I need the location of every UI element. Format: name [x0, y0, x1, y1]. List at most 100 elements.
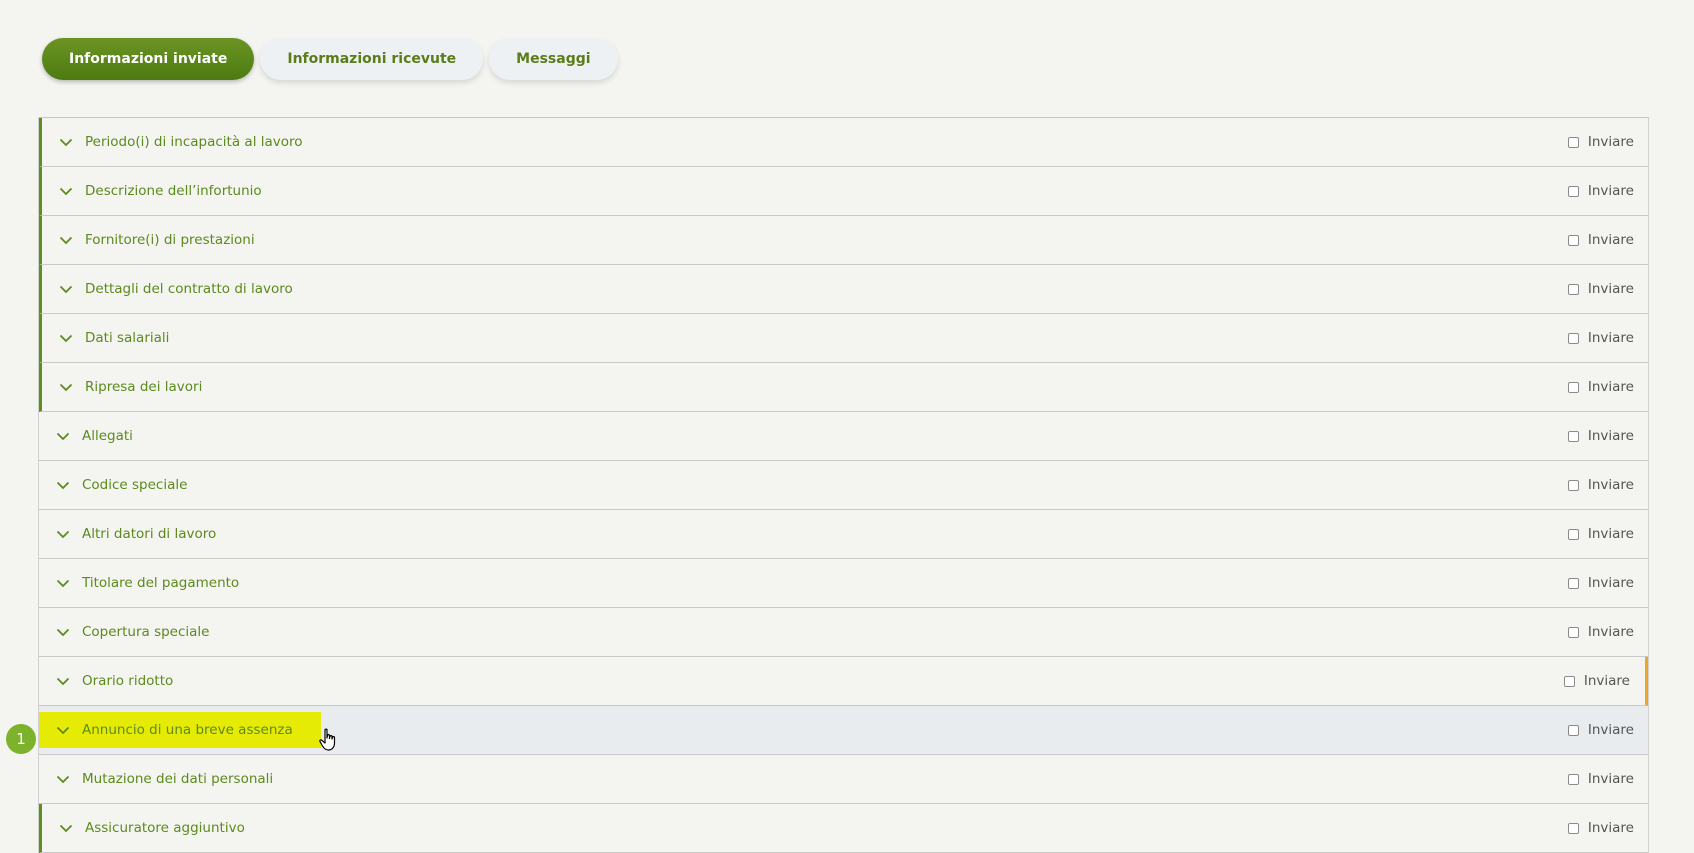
tab-informazioni-inviate[interactable]: Informazioni inviate [42, 38, 255, 80]
chevron-down-icon [56, 774, 70, 784]
send-label: Inviare [1587, 526, 1634, 542]
send-option: Inviare [1567, 526, 1634, 542]
send-checkbox[interactable] [1567, 234, 1579, 246]
send-option: Inviare [1563, 673, 1630, 689]
send-checkbox[interactable] [1567, 773, 1579, 785]
accordion-header[interactable]: Mutazione dei dati personali [39, 761, 301, 797]
send-option: Inviare [1567, 771, 1634, 787]
accordion-header[interactable]: Copertura speciale [39, 614, 238, 650]
accordion-label: Ripresa dei lavori [85, 379, 203, 395]
send-option: Inviare [1567, 820, 1634, 836]
chevron-down-icon [56, 725, 70, 735]
accordion-row-altri-datori: Altri datori di lavoro Inviare [39, 510, 1648, 559]
accordion-header[interactable]: Dati salariali [42, 320, 197, 356]
send-label: Inviare [1587, 379, 1634, 395]
send-checkbox[interactable] [1567, 430, 1579, 442]
tab-messaggi[interactable]: Messaggi [489, 38, 618, 80]
tab-informazioni-ricevute[interactable]: Informazioni ricevute [260, 38, 484, 80]
accordion-header[interactable]: Ripresa dei lavori [42, 369, 230, 405]
chevron-down-icon [56, 676, 70, 686]
accordion-label: Copertura speciale [82, 624, 210, 640]
send-option: Inviare [1567, 624, 1634, 640]
send-checkbox[interactable] [1567, 136, 1579, 148]
chevron-down-icon [56, 529, 70, 539]
accordion-row-allegati: Allegati Inviare [39, 412, 1648, 461]
accordion-header[interactable]: Altri datori di lavoro [39, 516, 244, 552]
send-label: Inviare [1587, 134, 1634, 150]
send-checkbox[interactable] [1567, 528, 1579, 540]
accordion-label: Altri datori di lavoro [82, 526, 217, 542]
accordion-row-fornitori-prestazioni: Fornitore(i) di prestazioni Inviare [39, 216, 1648, 265]
send-option: Inviare [1567, 575, 1634, 591]
send-label: Inviare [1587, 477, 1634, 493]
accordion-row-dati-salariali: Dati salariali Inviare [39, 314, 1648, 363]
send-label: Inviare [1587, 820, 1634, 836]
chevron-down-icon [59, 823, 73, 833]
chevron-down-icon [59, 382, 73, 392]
send-option: Inviare [1567, 281, 1634, 297]
accordion-row-dettagli-contratto: Dettagli del contratto di lavoro Inviare [39, 265, 1648, 314]
accordion-label: Periodo(i) di incapacità al lavoro [85, 134, 303, 150]
send-checkbox[interactable] [1567, 381, 1579, 393]
chevron-down-icon [56, 480, 70, 490]
accordion-label: Orario ridotto [82, 673, 174, 689]
accordion-label: Fornitore(i) di prestazioni [85, 232, 255, 248]
send-checkbox[interactable] [1567, 626, 1579, 638]
accordion-row-periodo-incapacita: Periodo(i) di incapacità al lavoro Invia… [39, 118, 1648, 167]
accordion-header[interactable]: Assicuratore aggiuntivo [42, 810, 273, 846]
accordion-label: Mutazione dei dati personali [82, 771, 274, 787]
accordion-header[interactable]: Dettagli del contratto di lavoro [42, 271, 321, 307]
send-option: Inviare [1567, 477, 1634, 493]
send-label: Inviare [1587, 771, 1634, 787]
accordion-row-descrizione-infortunio: Descrizione dell’infortunio Inviare [39, 167, 1648, 216]
send-label: Inviare [1587, 624, 1634, 640]
accordion-header[interactable]: Annuncio di una breve assenza [39, 712, 321, 748]
send-label: Inviare [1583, 673, 1630, 689]
accordion-label: Annuncio di una breve assenza [82, 722, 293, 738]
send-option: Inviare [1567, 379, 1634, 395]
send-option: Inviare [1567, 428, 1634, 444]
send-option: Inviare [1567, 183, 1634, 199]
chevron-down-icon [56, 578, 70, 588]
send-label: Inviare [1587, 281, 1634, 297]
accordion-header[interactable]: Periodo(i) di incapacità al lavoro [42, 124, 331, 160]
send-label: Inviare [1587, 330, 1634, 346]
accordion-header[interactable]: Fornitore(i) di prestazioni [42, 222, 283, 258]
send-checkbox[interactable] [1567, 724, 1579, 736]
accordion-row-ripresa-lavori: Ripresa dei lavori Inviare [39, 363, 1648, 412]
step-badge: 1 [6, 724, 36, 754]
accordion-row-annuncio-breve-assenza: Annuncio di una breve assenza Inviare [39, 706, 1648, 755]
send-option: Inviare [1567, 722, 1634, 738]
send-checkbox[interactable] [1567, 283, 1579, 295]
send-label: Inviare [1587, 722, 1634, 738]
accordion-label: Dati salariali [85, 330, 170, 346]
accordion-header[interactable]: Codice speciale [39, 467, 215, 503]
accordion-label: Titolare del pagamento [82, 575, 240, 591]
send-label: Inviare [1587, 575, 1634, 591]
send-checkbox[interactable] [1567, 185, 1579, 197]
accordion-label: Descrizione dell’infortunio [85, 183, 262, 199]
chevron-down-icon [59, 284, 73, 294]
chevron-down-icon [59, 235, 73, 245]
accordion-list: Periodo(i) di incapacità al lavoro Invia… [38, 117, 1649, 853]
send-checkbox[interactable] [1567, 332, 1579, 344]
accordion-label: Assicuratore aggiuntivo [85, 820, 245, 836]
tab-bar: Informazioni inviate Informazioni ricevu… [42, 38, 618, 80]
send-option: Inviare [1567, 134, 1634, 150]
chevron-down-icon [56, 627, 70, 637]
send-checkbox[interactable] [1567, 822, 1579, 834]
send-label: Inviare [1587, 232, 1634, 248]
send-checkbox[interactable] [1567, 577, 1579, 589]
accordion-header[interactable]: Titolare del pagamento [39, 565, 267, 601]
send-option: Inviare [1567, 232, 1634, 248]
send-label: Inviare [1587, 428, 1634, 444]
chevron-down-icon [59, 137, 73, 147]
send-checkbox[interactable] [1567, 479, 1579, 491]
accordion-header[interactable]: Orario ridotto [39, 663, 201, 699]
accordion-row-titolare-pagamento: Titolare del pagamento Inviare [39, 559, 1648, 608]
send-checkbox[interactable] [1563, 675, 1575, 687]
accordion-row-mutazione-dati-personali: Mutazione dei dati personali Inviare [39, 755, 1648, 804]
accordion-header[interactable]: Allegati [39, 418, 161, 454]
accordion-header[interactable]: Descrizione dell’infortunio [42, 173, 290, 209]
chevron-down-icon [59, 333, 73, 343]
